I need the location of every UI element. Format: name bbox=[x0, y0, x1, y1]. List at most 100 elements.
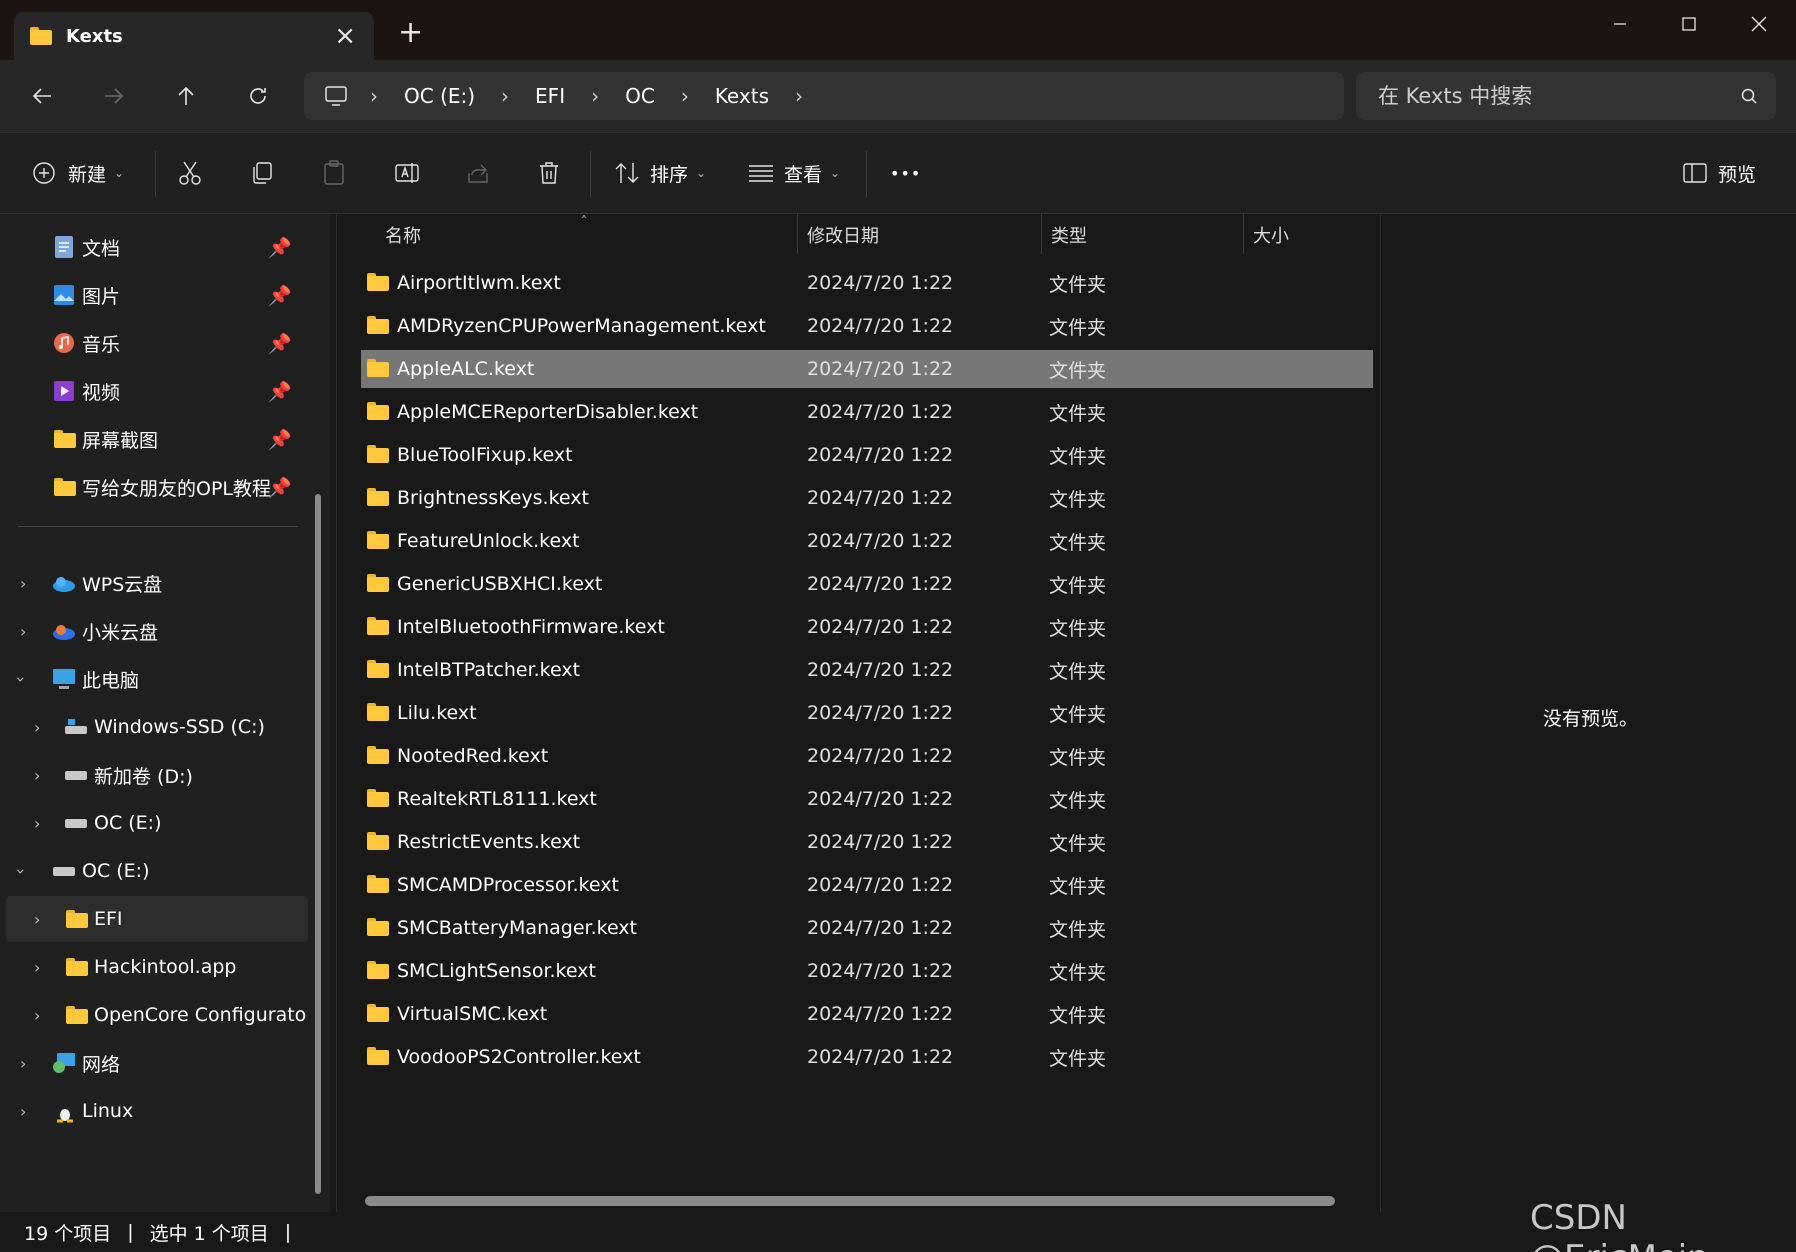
tab-close-button[interactable]: × bbox=[334, 21, 356, 51]
sidebar-item-oc-drive[interactable]: › OC (E:) bbox=[6, 848, 308, 894]
search-input[interactable] bbox=[1378, 84, 1708, 108]
sidebar-item-linux[interactable]: › Linux bbox=[6, 1088, 308, 1134]
sidebar-item-efi[interactable]: › EFI bbox=[6, 896, 308, 942]
breadcrumb-efi[interactable]: EFI bbox=[535, 84, 565, 108]
paste-button[interactable] bbox=[322, 153, 346, 193]
chevron-right-icon[interactable]: › bbox=[20, 574, 26, 593]
maximize-button[interactable] bbox=[1654, 6, 1724, 42]
forward-button[interactable] bbox=[94, 78, 134, 114]
file-row[interactable]: VoodooPS2Controller.kext 2024/7/20 1:22 文件… bbox=[361, 1038, 1373, 1076]
column-header-size[interactable]: 大小 bbox=[1253, 214, 1289, 256]
pin-icon[interactable]: 📌 bbox=[268, 284, 292, 307]
pin-icon[interactable]: 📌 bbox=[268, 428, 292, 451]
file-row[interactable]: FeatureUnlock.kext 2024/7/20 1:22 文件夹 bbox=[361, 522, 1373, 560]
chevron-right-icon[interactable]: › bbox=[34, 910, 40, 929]
breadcrumb-chevron[interactable]: › bbox=[681, 84, 689, 108]
file-row[interactable]: RealtekRTL8111.kext 2024/7/20 1:22 文件夹 bbox=[361, 780, 1373, 818]
file-type: 文件夹 bbox=[1049, 574, 1107, 597]
file-row[interactable]: VirtualSMC.kext 2024/7/20 1:22 文件夹 bbox=[361, 995, 1373, 1033]
preview-pane-button[interactable]: 预览 bbox=[1682, 153, 1756, 193]
sidebar-item-opl-tutorial[interactable]: 写给女朋友的OPL教程 📌 bbox=[6, 464, 308, 510]
chevron-right-icon[interactable]: › bbox=[20, 1102, 26, 1121]
pin-icon[interactable]: 📌 bbox=[268, 332, 292, 355]
chevron-right-icon[interactable]: › bbox=[34, 1006, 40, 1025]
column-header-date[interactable]: 修改日期 bbox=[807, 214, 879, 256]
more-options-button[interactable]: ••• bbox=[890, 153, 921, 193]
breadcrumb-oc[interactable]: OC bbox=[625, 84, 655, 108]
address-bar[interactable]: › OC (E:) › EFI › OC › Kexts › bbox=[304, 72, 1344, 120]
chevron-right-icon[interactable]: › bbox=[20, 1054, 26, 1073]
sort-button[interactable]: 排序 ⌄ bbox=[614, 153, 706, 193]
sidebar-item-drive-e[interactable]: › OC (E:) bbox=[6, 800, 308, 846]
column-resize-handle[interactable] bbox=[1041, 214, 1042, 254]
sidebar-item-music[interactable]: 音乐 📌 bbox=[6, 320, 308, 366]
delete-button[interactable] bbox=[538, 153, 560, 193]
sidebar-item-wps-cloud[interactable]: › WPS云盘 bbox=[6, 560, 308, 606]
refresh-button[interactable] bbox=[238, 78, 278, 114]
rename-button[interactable] bbox=[394, 153, 420, 193]
chevron-down-icon[interactable]: › bbox=[12, 868, 31, 874]
file-row[interactable]: SMCBatteryManager.kext 2024/7/20 1:22 文件夹 bbox=[361, 909, 1373, 947]
chevron-right-icon[interactable]: › bbox=[34, 718, 40, 737]
file-row[interactable]: IntelBTPatcher.kext 2024/7/20 1:22 文件夹 bbox=[361, 651, 1373, 689]
cut-button[interactable] bbox=[178, 153, 202, 193]
back-button[interactable] bbox=[22, 78, 62, 114]
chevron-right-icon[interactable]: › bbox=[20, 622, 26, 641]
sidebar-item-pictures[interactable]: 图片 📌 bbox=[6, 272, 308, 318]
sidebar-item-screenshots[interactable]: 屏幕截图 📌 bbox=[6, 416, 308, 462]
sidebar-item-xiaomi-cloud[interactable]: › 小米云盘 bbox=[6, 608, 308, 654]
column-resize-handle[interactable] bbox=[1243, 214, 1244, 254]
new-tab-button[interactable]: + bbox=[398, 18, 423, 48]
sidebar-scrollbar[interactable] bbox=[315, 494, 321, 1194]
sidebar-item-drive-c[interactable]: › Windows-SSD (C:) bbox=[6, 704, 308, 750]
new-button[interactable]: 新建 ⌄ bbox=[32, 153, 124, 193]
column-header-type[interactable]: 类型 bbox=[1051, 214, 1087, 256]
file-row[interactable]: NootedRed.kext 2024/7/20 1:22 文件夹 bbox=[361, 737, 1373, 775]
close-window-button[interactable] bbox=[1724, 6, 1794, 42]
music-icon bbox=[54, 333, 74, 353]
tab-kexts[interactable]: Kexts × bbox=[14, 12, 374, 60]
search-box[interactable] bbox=[1356, 72, 1776, 120]
sidebar-item-this-pc[interactable]: › 此电脑 bbox=[6, 656, 308, 702]
file-row[interactable]: IntelBluetoothFirmware.kext 2024/7/20 1:2… bbox=[361, 608, 1373, 646]
minimize-button[interactable] bbox=[1585, 6, 1655, 42]
sidebar-item-hackintool[interactable]: › Hackintool.app bbox=[6, 944, 308, 990]
share-button[interactable] bbox=[466, 153, 490, 193]
sidebar-item-documents[interactable]: 文档 📌 bbox=[6, 224, 308, 270]
file-row[interactable]: AMDRyzenCPUPowerManagement.kext 2024/7/20… bbox=[361, 307, 1373, 345]
breadcrumb-chevron[interactable]: › bbox=[591, 84, 599, 108]
up-button[interactable] bbox=[166, 78, 206, 114]
file-row[interactable]: SMCAMDProcessor.kext 2024/7/20 1:22 文件夹 bbox=[361, 866, 1373, 904]
breadcrumb-chevron[interactable]: › bbox=[370, 84, 378, 108]
breadcrumb-oc-drive[interactable]: OC (E:) bbox=[404, 84, 475, 108]
file-row[interactable]: RestrictEvents.kext 2024/7/20 1:22 文件夹 bbox=[361, 823, 1373, 861]
chevron-right-icon[interactable]: › bbox=[34, 814, 40, 833]
column-header-name[interactable]: 名称 bbox=[385, 214, 421, 256]
file-row[interactable]: AppleALC.kext 2024/7/20 1:22 文件夹 bbox=[361, 350, 1373, 388]
file-row[interactable]: GenericUSBXHCI.kext 2024/7/20 1:22 文件夹 bbox=[361, 565, 1373, 603]
sidebar-item-drive-d[interactable]: › 新加卷 (D:) bbox=[6, 752, 308, 798]
file-row[interactable]: SMCLightSensor.kext 2024/7/20 1:22 文件夹 bbox=[361, 952, 1373, 990]
sidebar-item-opencore-configurator[interactable]: › OpenCore Configurator.a bbox=[6, 992, 308, 1038]
file-row[interactable]: BrightnessKeys.kext 2024/7/20 1:22 文件夹 bbox=[361, 479, 1373, 517]
chevron-right-icon[interactable]: › bbox=[34, 766, 40, 785]
pin-icon[interactable]: 📌 bbox=[268, 236, 292, 259]
file-row[interactable]: BlueToolFixup.kext 2024/7/20 1:22 文件夹 bbox=[361, 436, 1373, 474]
file-row[interactable]: AirportItlwm.kext 2024/7/20 1:22 文件夹 bbox=[361, 264, 1373, 302]
column-resize-handle[interactable] bbox=[797, 214, 798, 254]
pin-icon[interactable]: 📌 bbox=[268, 476, 292, 499]
breadcrumb-chevron[interactable]: › bbox=[795, 84, 803, 108]
chevron-right-icon[interactable]: › bbox=[34, 958, 40, 977]
copy-button[interactable] bbox=[250, 153, 274, 193]
file-row[interactable]: AppleMCEReporterDisabler.kext 2024/7/20 1… bbox=[361, 393, 1373, 431]
horizontal-scrollbar[interactable] bbox=[365, 1196, 1335, 1206]
file-row[interactable]: Lilu.kext 2024/7/20 1:22 文件夹 bbox=[361, 694, 1373, 732]
breadcrumb-chevron[interactable]: › bbox=[501, 84, 509, 108]
breadcrumb-kexts[interactable]: Kexts bbox=[715, 84, 769, 108]
view-button[interactable]: 查看 ⌄ bbox=[748, 153, 840, 193]
pin-icon[interactable]: 📌 bbox=[268, 380, 292, 403]
chevron-down-icon[interactable]: › bbox=[12, 676, 31, 682]
file-name: RestrictEvents.kext bbox=[397, 831, 581, 853]
sidebar-item-videos[interactable]: 视频 📌 bbox=[6, 368, 308, 414]
sidebar-item-network[interactable]: › 网络 bbox=[6, 1040, 308, 1086]
